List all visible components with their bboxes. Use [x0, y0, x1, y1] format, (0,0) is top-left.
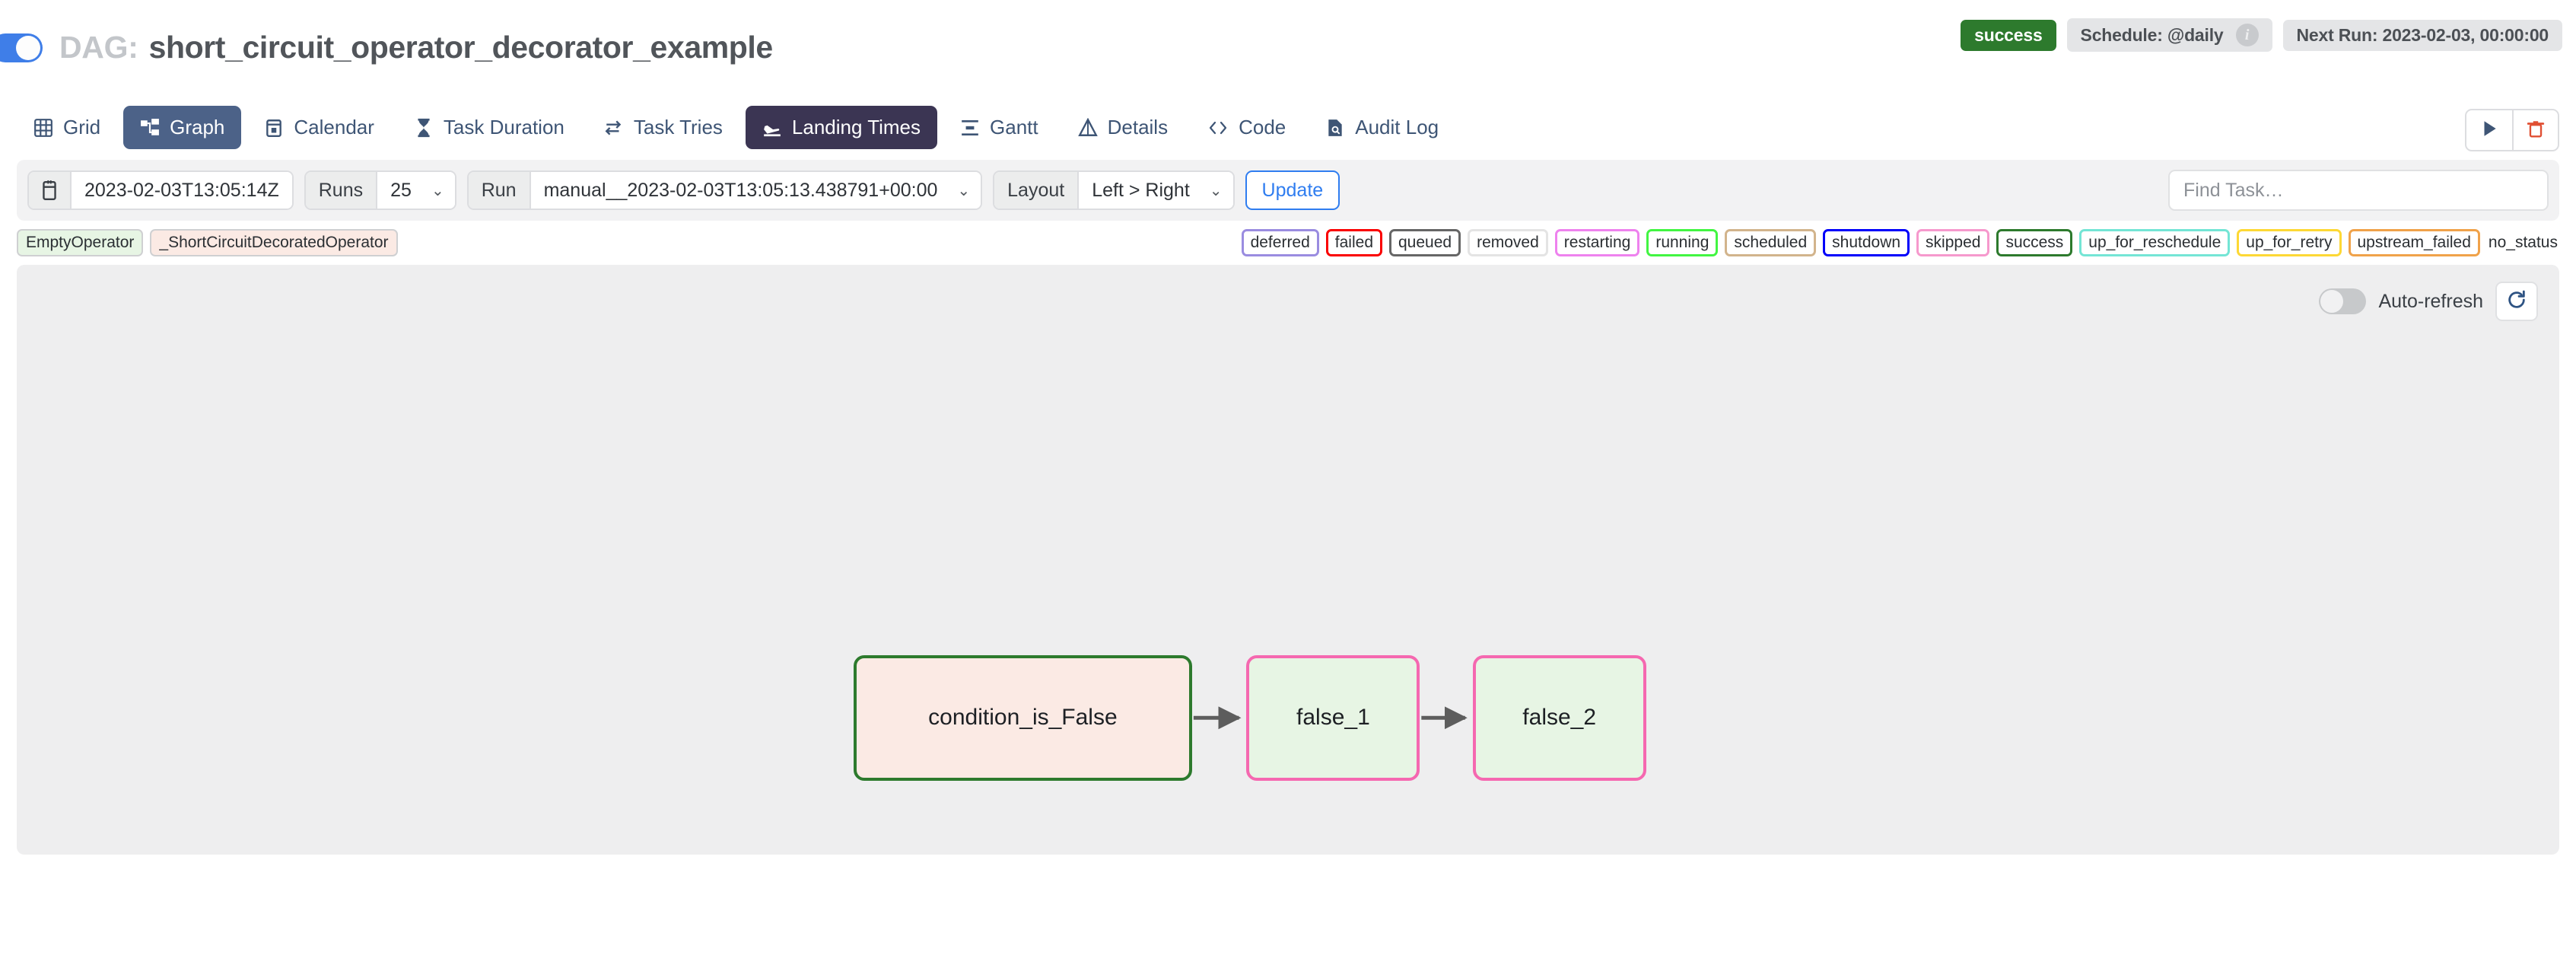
operator-legend: EmptyOperator _ShortCircuitDecoratedOper…: [17, 229, 398, 256]
status-chip[interactable]: shutdown: [1823, 229, 1910, 256]
refresh-button[interactable]: [2495, 282, 2538, 321]
tab-details-label: Details: [1107, 116, 1169, 139]
calendar-icon[interactable]: [29, 172, 72, 209]
base-date-input[interactable]: 2023-02-03T13:05:14Z: [72, 172, 292, 209]
tab-grid[interactable]: Grid: [17, 106, 117, 149]
status-chip[interactable]: success: [1996, 229, 2073, 256]
landing-icon: [762, 118, 782, 138]
status-chip[interactable]: queued: [1389, 229, 1461, 256]
grid-icon: [33, 118, 53, 138]
chevron-down-icon: ⌄: [431, 182, 444, 199]
layout-value: Left > Right: [1092, 179, 1190, 201]
status-chip[interactable]: up_for_reschedule: [2079, 229, 2231, 256]
refresh-controls: Auto-refresh: [2319, 282, 2538, 321]
hourglass-icon: [414, 118, 434, 138]
toolbar-container: 2023-02-03T13:05:14Z Runs 25 ⌄ Run manua…: [0, 160, 2576, 221]
layout-group[interactable]: Layout Left > Right ⌄: [993, 170, 1235, 210]
code-icon: [1207, 118, 1229, 138]
header-status-group: success Schedule: @daily i Next Run: 202…: [1961, 18, 2562, 52]
tab-task-duration-label: Task Duration: [443, 116, 564, 139]
operator-chip[interactable]: EmptyOperator: [17, 229, 144, 256]
tab-code-label: Code: [1239, 116, 1286, 139]
tab-grid-label: Grid: [63, 116, 101, 139]
tab-task-duration[interactable]: Task Duration: [397, 106, 581, 149]
tab-gantt-label: Gantt: [990, 116, 1038, 139]
tab-calendar[interactable]: Calendar: [247, 106, 391, 149]
tab-details[interactable]: Details: [1061, 106, 1185, 149]
gantt-icon: [960, 118, 980, 138]
dag-actions-group: [2465, 109, 2559, 151]
dag-node[interactable]: false_2: [1472, 654, 1646, 781]
status-chip[interactable]: skipped: [1916, 229, 1990, 256]
retry-icon: [604, 118, 624, 138]
tab-task-tries[interactable]: Task Tries: [587, 106, 739, 149]
trigger-dag-button[interactable]: [2466, 110, 2512, 150]
trash-icon: [2526, 119, 2546, 142]
dag-graph-canvas[interactable]: Auto-refresh condition_is_False false_1 fa…: [17, 265, 2559, 855]
status-chip[interactable]: running: [1646, 229, 1719, 256]
run-select[interactable]: manual__2023-02-03T13:05:13.438791+00:00…: [530, 172, 981, 209]
canvas-container: Auto-refresh condition_is_False false_1 fa…: [0, 265, 2576, 855]
dag-node[interactable]: condition_is_False: [854, 654, 1192, 781]
runs-label: Runs: [305, 172, 378, 209]
runs-value: 25: [390, 179, 412, 201]
auto-refresh-toggle[interactable]: [2319, 288, 2367, 314]
next-run-badge: Next Run: 2023-02-03, 00:00:00: [2282, 19, 2562, 51]
status-legend: deferred failed queued removed restarting run…: [1241, 229, 2559, 256]
status-chip[interactable]: restarting: [1554, 229, 1640, 256]
tab-landing-times-label: Landing Times: [791, 116, 921, 139]
info-icon[interactable]: i: [2235, 24, 2259, 46]
refresh-icon: [2506, 289, 2527, 314]
status-badge: success: [1961, 19, 2056, 51]
schedule-label: Schedule: @daily: [2080, 24, 2224, 45]
runs-group[interactable]: Runs 25 ⌄: [304, 170, 456, 210]
details-icon: [1077, 117, 1098, 138]
play-icon: [2479, 119, 2499, 142]
runs-select[interactable]: 25 ⌄: [377, 172, 455, 209]
tab-audit-log-label: Audit Log: [1355, 116, 1439, 139]
delete-dag-button[interactable]: [2512, 110, 2558, 150]
status-chip[interactable]: removed: [1468, 229, 1548, 256]
search-input[interactable]: Find Task…: [2168, 170, 2549, 211]
status-chip[interactable]: up_for_retry: [2237, 229, 2342, 256]
chevron-down-icon: ⌄: [957, 182, 971, 199]
tab-code[interactable]: Code: [1191, 106, 1302, 149]
dag-pause-toggle[interactable]: [0, 33, 43, 62]
toggle-knob: [2320, 290, 2344, 313]
status-chip[interactable]: scheduled: [1725, 229, 1817, 256]
tab-calendar-label: Calendar: [294, 116, 374, 139]
graph-toolbar: 2023-02-03T13:05:14Z Runs 25 ⌄ Run manua…: [17, 160, 2559, 221]
graph-icon: [140, 118, 160, 138]
run-group[interactable]: Run manual__2023-02-03T13:05:13.438791+0…: [466, 170, 983, 210]
operator-chip[interactable]: _ShortCircuitDecoratedOperator: [150, 229, 398, 256]
run-label: Run: [468, 172, 531, 209]
chevron-down-icon: ⌄: [1209, 182, 1223, 199]
page-title: short_circuit_operator_decorator_example: [148, 30, 774, 65]
dag-prefix-label: DAG:: [59, 30, 138, 65]
status-chip-no-status: no_status: [2488, 234, 2558, 251]
status-chip[interactable]: failed: [1325, 229, 1382, 256]
status-chip[interactable]: upstream_failed: [2348, 229, 2480, 256]
base-date-group[interactable]: 2023-02-03T13:05:14Z: [27, 170, 294, 210]
tab-gantt[interactable]: Gantt: [943, 106, 1055, 149]
tab-graph-label: Graph: [170, 116, 225, 139]
tab-graph[interactable]: Graph: [123, 106, 242, 149]
tab-landing-times[interactable]: Landing Times: [745, 106, 938, 149]
layout-select[interactable]: Left > Right ⌄: [1079, 172, 1233, 209]
view-tabs: Grid Graph Calendar Task Duration Task T…: [0, 95, 2576, 160]
toggle-knob: [16, 35, 40, 60]
audit-log-icon: [1325, 118, 1345, 138]
legend-row: EmptyOperator _ShortCircuitDecoratedOper…: [0, 221, 2576, 265]
page-header: DAG: short_circuit_operator_decorator_ex…: [0, 0, 2576, 95]
tab-task-tries-label: Task Tries: [633, 116, 723, 139]
dag-node[interactable]: false_1: [1246, 654, 1420, 781]
status-chip[interactable]: deferred: [1241, 229, 1319, 256]
schedule-badge[interactable]: Schedule: @daily i: [2066, 18, 2272, 52]
calendar-icon: [264, 118, 284, 138]
update-button[interactable]: Update: [1245, 170, 1340, 210]
auto-refresh-label: Auto-refresh: [2378, 290, 2483, 312]
run-value: manual__2023-02-03T13:05:13.438791+00:00: [543, 179, 938, 201]
layout-label: Layout: [994, 172, 1080, 209]
tab-audit-log[interactable]: Audit Log: [1309, 106, 1455, 149]
